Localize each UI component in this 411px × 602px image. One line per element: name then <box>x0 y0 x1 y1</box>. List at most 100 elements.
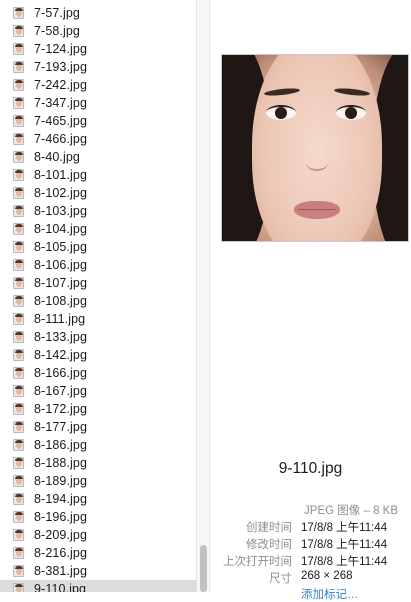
image-thumbnail-icon <box>13 79 24 91</box>
file-name-label: 8-107.jpg <box>34 276 88 290</box>
image-thumbnail-icon <box>13 403 24 415</box>
image-thumbnail-icon <box>13 439 24 451</box>
file-name-label: 8-40.jpg <box>34 150 80 164</box>
image-thumbnail-icon <box>13 241 24 253</box>
file-list-item[interactable]: 8-101.jpg <box>0 166 196 184</box>
image-thumbnail-icon <box>13 97 24 109</box>
file-name-label: 8-166.jpg <box>34 366 88 380</box>
image-thumbnail-icon <box>13 349 24 361</box>
file-list-item[interactable]: 8-172.jpg <box>0 400 196 418</box>
file-name-label: 8-101.jpg <box>34 168 88 182</box>
image-thumbnail-icon <box>13 151 24 163</box>
metadata-value: 268 × 268 <box>301 570 353 582</box>
image-thumbnail-icon <box>13 475 24 487</box>
image-thumbnail-icon <box>13 331 24 343</box>
file-list-item[interactable]: 8-166.jpg <box>0 364 196 382</box>
file-name-label: 8-209.jpg <box>34 528 88 542</box>
file-list-item[interactable]: 8-381.jpg <box>0 562 196 580</box>
metadata-row: 创建时间 17/8/8 上午11:44 <box>210 519 411 536</box>
file-name-label: 7-57.jpg <box>34 6 80 20</box>
file-list-item[interactable]: 8-186.jpg <box>0 436 196 454</box>
image-thumbnail-icon <box>13 277 24 289</box>
image-thumbnail-icon <box>13 43 24 55</box>
metadata-value: 17/8/8 上午11:44 <box>301 556 388 568</box>
file-list-item[interactable]: 8-106.jpg <box>0 256 196 274</box>
metadata-key: 上次打开时间 <box>223 556 292 568</box>
file-list-item[interactable]: 8-216.jpg <box>0 544 196 562</box>
file-list-item[interactable]: 8-105.jpg <box>0 238 196 256</box>
file-list-item[interactable]: 8-133.jpg <box>0 328 196 346</box>
file-name-label: 8-104.jpg <box>34 222 88 236</box>
image-thumbnail-icon <box>13 385 24 397</box>
image-thumbnail-icon <box>13 169 24 181</box>
metadata-key: 修改时间 <box>246 539 292 551</box>
file-list-item[interactable]: 8-188.jpg <box>0 454 196 472</box>
file-name-label: 7-347.jpg <box>34 96 88 110</box>
metadata-key: 创建时间 <box>246 522 292 534</box>
file-name-label: 9-110.jpg <box>34 582 87 592</box>
image-thumbnail-icon <box>13 511 24 523</box>
image-preview <box>221 54 409 242</box>
file-list-item[interactable]: 8-196.jpg <box>0 508 196 526</box>
file-name-label: 8-111.jpg <box>34 312 86 326</box>
image-thumbnail-icon <box>13 547 24 559</box>
file-list-item[interactable]: 8-40.jpg <box>0 148 196 166</box>
file-list-item[interactable]: 8-167.jpg <box>0 382 196 400</box>
file-list-item[interactable]: 8-103.jpg <box>0 202 196 220</box>
file-list-item[interactable]: 9-110.jpg <box>0 580 196 592</box>
file-list-item[interactable]: 8-209.jpg <box>0 526 196 544</box>
finder-window: 7-57.jpg 7-58.jpg 7-124.jpg 7-193.jpg 7-242.… <box>0 0 411 601</box>
scrollbar-thumb[interactable] <box>200 545 207 592</box>
image-thumbnail-icon <box>13 259 24 271</box>
add-tags-link[interactable]: 添加标记… <box>301 586 359 602</box>
image-thumbnail-icon <box>13 115 24 127</box>
file-list-item[interactable]: 8-189.jpg <box>0 472 196 490</box>
file-list-item[interactable]: 8-102.jpg <box>0 184 196 202</box>
image-thumbnail-icon <box>13 295 24 307</box>
image-thumbnail-icon <box>13 313 24 325</box>
file-name-label: 8-133.jpg <box>34 330 88 344</box>
image-thumbnail-icon <box>13 61 24 73</box>
image-thumbnail-icon <box>13 223 24 235</box>
file-list-item[interactable]: 8-108.jpg <box>0 292 196 310</box>
file-list-scrollbar[interactable] <box>196 0 210 592</box>
file-list-item[interactable]: 7-465.jpg <box>0 112 196 130</box>
image-thumbnail-icon <box>13 457 24 469</box>
metadata-value: 17/8/8 上午11:44 <box>301 539 388 551</box>
file-list-item[interactable]: 8-111.jpg <box>0 310 196 328</box>
file-kind-size: JPEG 图像 – 8 KB <box>304 505 398 517</box>
metadata-value: 17/8/8 上午11:44 <box>301 522 388 534</box>
file-list-item[interactable]: 7-193.jpg <box>0 58 196 76</box>
image-thumbnail-icon <box>13 187 24 199</box>
file-name-label: 7-193.jpg <box>34 60 88 74</box>
preview-pane: 9-110.jpg JPEG 图像 – 8 KB 创建时间 17/8/8 上午11… <box>210 0 411 601</box>
file-list-item[interactable]: 7-242.jpg <box>0 76 196 94</box>
file-list-item[interactable]: 8-104.jpg <box>0 220 196 238</box>
file-name-label: 8-216.jpg <box>34 546 88 560</box>
file-name-label: 8-142.jpg <box>34 348 88 362</box>
metadata-row: 修改时间 17/8/8 上午11:44 <box>210 536 411 553</box>
file-name-label: 7-466.jpg <box>34 132 88 146</box>
file-list-item[interactable]: 8-107.jpg <box>0 274 196 292</box>
metadata-row: 尺寸 268 × 268 <box>210 570 411 587</box>
file-name-label: 8-172.jpg <box>34 402 88 416</box>
file-name-label: 8-186.jpg <box>34 438 88 452</box>
file-list-item[interactable]: 8-177.jpg <box>0 418 196 436</box>
file-name-label: 8-106.jpg <box>34 258 88 272</box>
file-name-label: 8-108.jpg <box>34 294 88 308</box>
preview-filename: 9-110.jpg <box>278 460 343 477</box>
file-name-label: 8-103.jpg <box>34 204 88 218</box>
file-name-label: 7-124.jpg <box>34 42 88 56</box>
file-name-label: 8-194.jpg <box>34 492 88 506</box>
file-list-item[interactable]: 7-57.jpg <box>0 4 196 22</box>
file-list-item[interactable]: 7-124.jpg <box>0 40 196 58</box>
file-name-label: 8-196.jpg <box>34 510 88 524</box>
file-name-label: 7-58.jpg <box>34 24 80 38</box>
file-list-item[interactable]: 8-142.jpg <box>0 346 196 364</box>
file-list-item[interactable]: 8-194.jpg <box>0 490 196 508</box>
file-list-item[interactable]: 7-466.jpg <box>0 130 196 148</box>
image-thumbnail-icon <box>13 133 24 145</box>
file-list-item[interactable]: 7-347.jpg <box>0 94 196 112</box>
file-name-label: 8-167.jpg <box>34 384 88 398</box>
file-list-item[interactable]: 7-58.jpg <box>0 22 196 40</box>
